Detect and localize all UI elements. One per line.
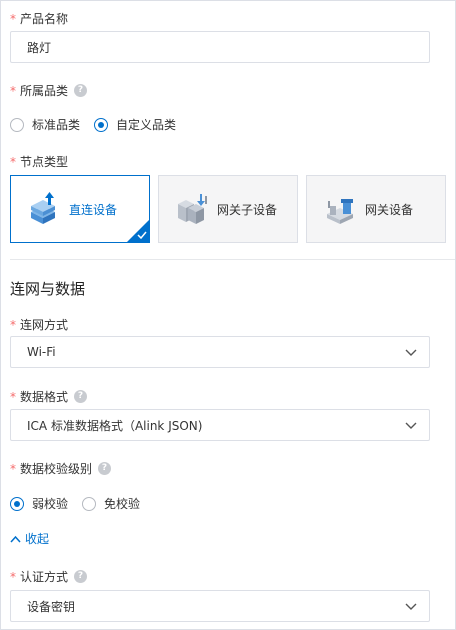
node-card-gateway-subdevice[interactable]: 网关子设备: [158, 175, 298, 243]
required-mark: *: [10, 11, 16, 26]
network-method-select[interactable]: Wi-Fi: [10, 336, 430, 368]
radio-weak-check[interactable]: 弱校验: [10, 495, 68, 512]
data-format-label: * 数据格式 ?: [10, 388, 88, 405]
check-icon: [137, 231, 147, 239]
section-divider: [10, 259, 455, 260]
radio-label: 免校验: [104, 497, 141, 511]
required-mark: *: [10, 389, 16, 404]
node-card-label: 网关子设备: [217, 202, 278, 217]
radio-circle-icon: [82, 496, 97, 511]
check-level-radio-group: 弱校验 免校验: [10, 495, 154, 512]
data-format-select[interactable]: ICA 标准数据格式（Alink JSON): [10, 409, 430, 441]
node-card-label: 直连设备: [69, 202, 118, 217]
check-level-label: * 数据校验级别 ?: [10, 460, 112, 477]
radio-checked-icon: [94, 117, 109, 132]
auth-method-value: 设备密钥: [27, 599, 76, 614]
radio-label: 弱校验: [32, 497, 69, 511]
node-card-label: 网关设备: [365, 202, 414, 217]
node-card-direct-device[interactable]: 直连设备: [10, 175, 150, 243]
chevron-down-icon: [405, 603, 417, 610]
node-type-label-text: 节点类型: [20, 155, 69, 169]
radio-checked-icon: [10, 496, 24, 511]
radio-label: 标准品类: [32, 118, 81, 132]
auth-method-label-text: 认证方式: [20, 570, 69, 584]
node-card-gateway-device[interactable]: 网关设备: [306, 175, 446, 243]
radio-label: 自定义品类: [116, 118, 177, 132]
radio-standard-category[interactable]: 标准品类: [10, 116, 80, 133]
direct-device-icon: [31, 192, 55, 224]
network-method-label: * 连网方式: [10, 316, 68, 333]
data-format-label-text: 数据格式: [20, 390, 69, 404]
collapse-toggle[interactable]: 收起: [10, 530, 49, 547]
collapse-label: 收起: [25, 532, 50, 546]
chevron-down-icon: [405, 422, 417, 429]
required-mark: *: [10, 154, 16, 169]
required-mark: *: [10, 83, 16, 98]
auth-method-select[interactable]: 设备密钥: [10, 590, 430, 622]
gateway-device-icon: [327, 199, 353, 224]
product-name-label-text: 产品名称: [20, 12, 69, 26]
node-type-label: * 节点类型: [10, 153, 68, 170]
category-radio-group: 标准品类 自定义品类: [10, 116, 190, 133]
required-mark: *: [10, 317, 16, 332]
data-format-value: ICA 标准数据格式（Alink JSON): [27, 418, 203, 433]
product-name-value: 路灯: [27, 40, 52, 55]
radio-no-check[interactable]: 免校验: [82, 495, 140, 512]
product-name-label: * 产品名称: [10, 10, 68, 27]
check-level-label-text: 数据校验级别: [20, 462, 93, 476]
network-method-label-text: 连网方式: [20, 318, 69, 332]
help-icon[interactable]: ?: [74, 570, 88, 583]
auth-method-label: * 认证方式 ?: [10, 568, 88, 585]
category-label: * 所属品类 ?: [10, 82, 88, 99]
help-icon[interactable]: ?: [74, 84, 88, 97]
gateway-subdevice-icon: [178, 194, 207, 224]
product-name-input[interactable]: 路灯: [10, 31, 430, 63]
required-mark: *: [10, 461, 16, 476]
network-section-title: 连网与数据: [10, 280, 86, 298]
radio-circle-icon: [10, 117, 24, 132]
required-mark: *: [10, 569, 16, 584]
network-method-value: Wi-Fi: [27, 345, 56, 359]
help-icon[interactable]: ?: [98, 462, 112, 475]
chevron-up-icon: [10, 535, 21, 543]
category-label-text: 所属品类: [20, 84, 69, 98]
radio-custom-category[interactable]: 自定义品类: [94, 116, 176, 133]
chevron-down-icon: [405, 349, 417, 356]
help-icon[interactable]: ?: [74, 390, 88, 403]
